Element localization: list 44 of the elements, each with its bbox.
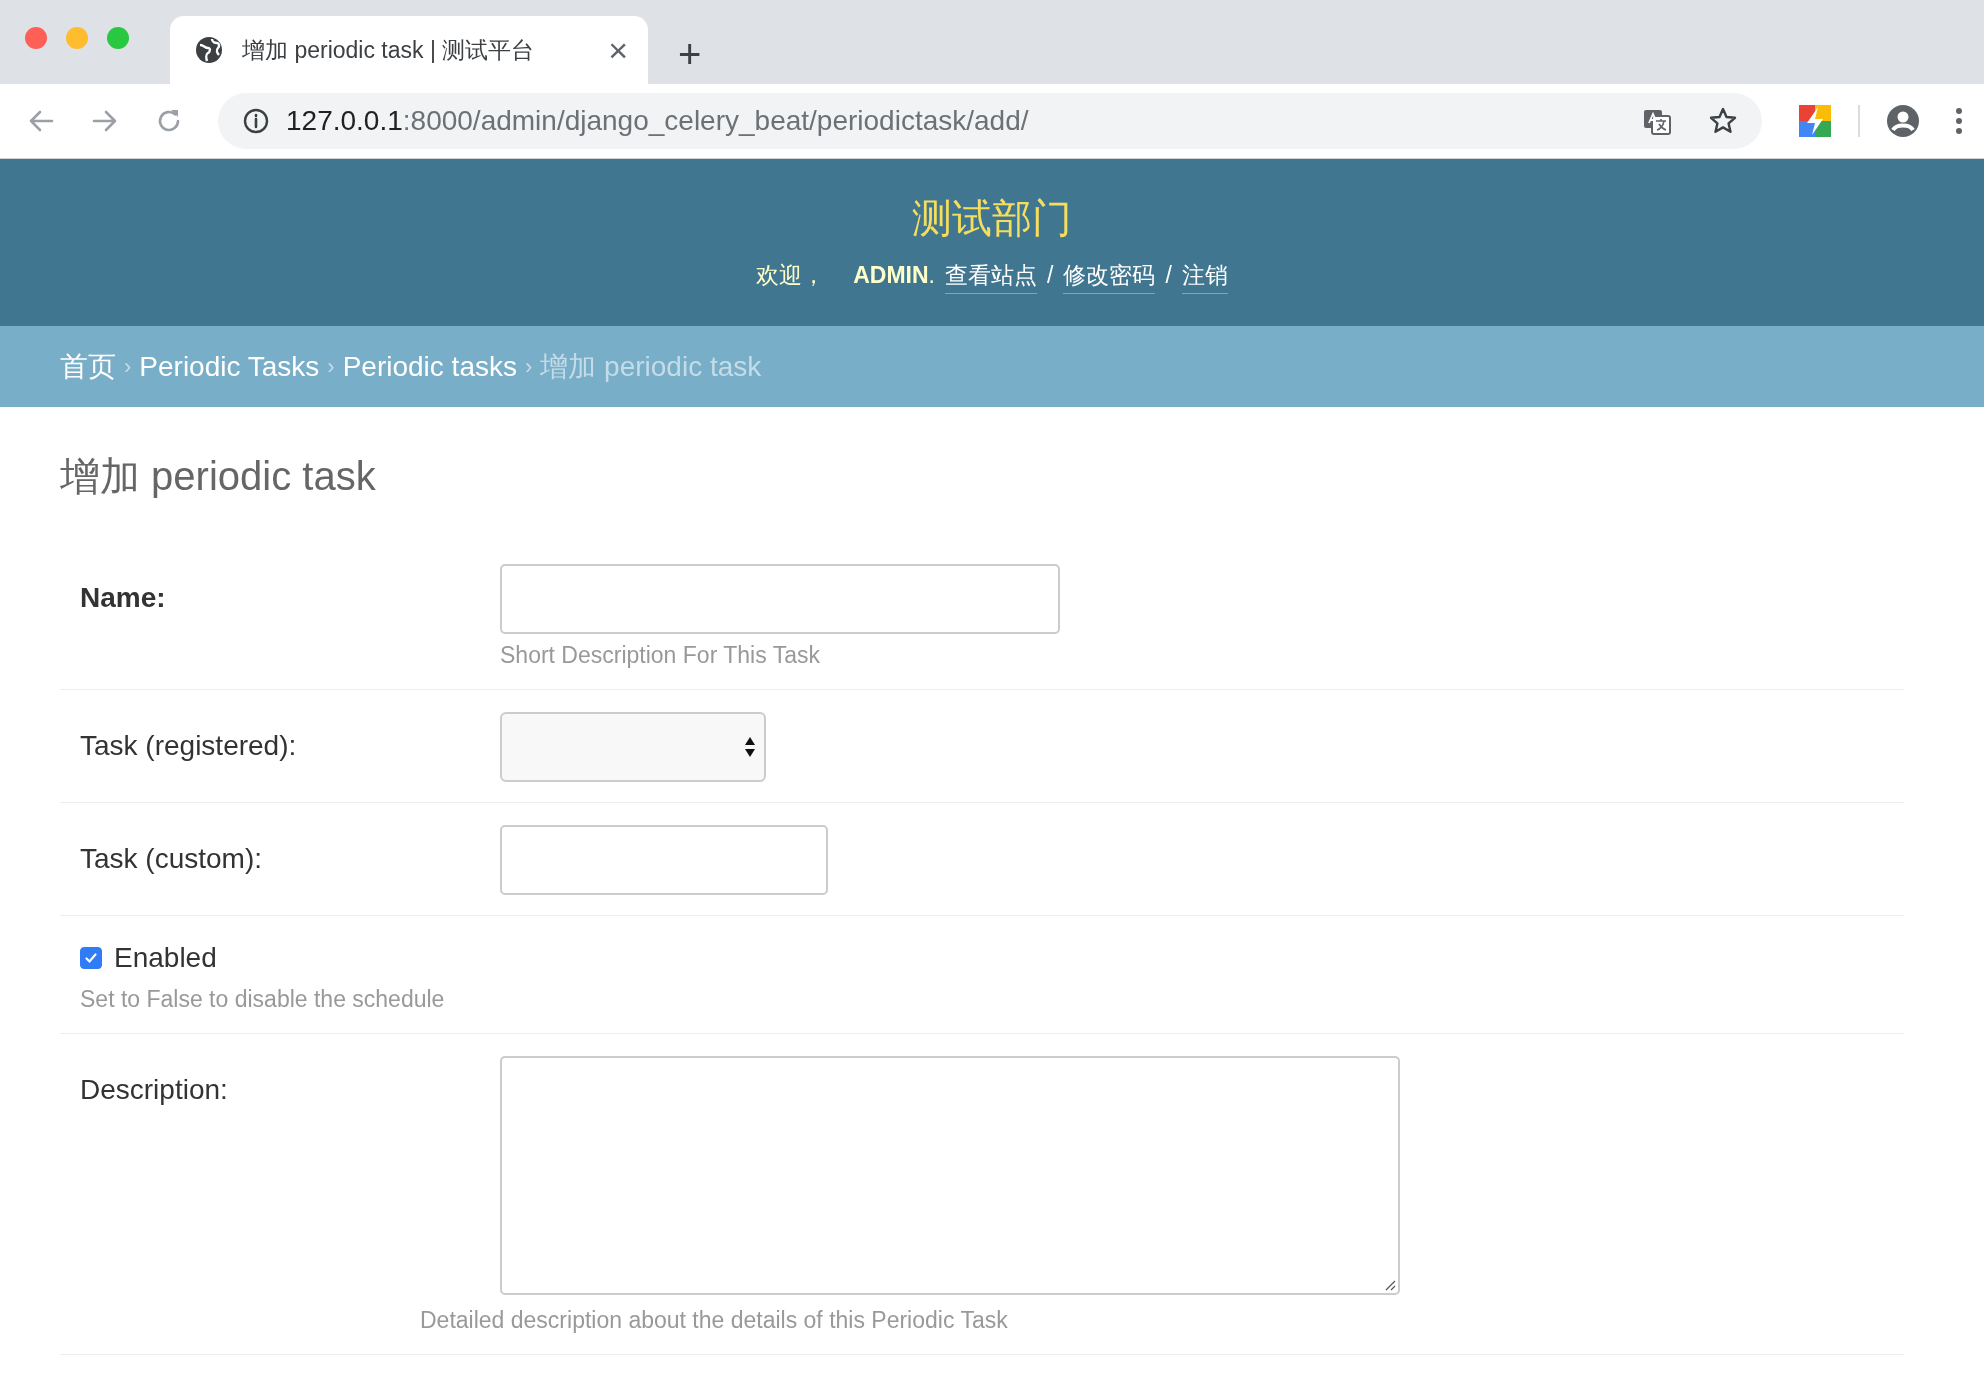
tab-title: 增加 periodic task | 测试平台: [242, 35, 536, 65]
checkbox-label[interactable]: Enabled: [114, 942, 217, 974]
breadcrumb-separator: ›: [524, 353, 533, 380]
welcome-text: 欢迎，: [756, 261, 826, 290]
field-label: Task (registered):: [80, 729, 298, 762]
select-dropdown[interactable]: [500, 712, 766, 782]
address-bar[interactable]: 127.0.0.1:8000/admin/django_celery_beat/periodictask/add/: [218, 93, 1762, 149]
user-name: ADMIN: [853, 262, 929, 289]
punctuation: .: [928, 262, 935, 289]
breadcrumb-separator: ›: [327, 353, 335, 380]
browser-tab[interactable]: 增加 periodic task | 测试平台 ×: [170, 16, 648, 84]
extension-icon[interactable]: [1798, 104, 1832, 138]
help-text: Detailed description about the details of this Periodic Task: [420, 1307, 1009, 1334]
resize-handle-icon: [1384, 1279, 1396, 1291]
info-icon: [242, 107, 270, 135]
description-textarea[interactable]: [500, 1056, 1400, 1295]
header-link[interactable]: 注销: [1181, 260, 1228, 294]
checkbox[interactable]: [80, 947, 102, 969]
site-name: 测试部门: [912, 195, 1072, 242]
separator: /: [1165, 262, 1172, 289]
help-text: Set to False to disable the schedule: [80, 986, 446, 1013]
checkmark-icon: [83, 950, 99, 966]
breadcrumb-current: 增加 periodic task: [540, 349, 762, 384]
close-icon[interactable]: ×: [608, 33, 628, 67]
input-field[interactable]: [500, 825, 828, 895]
field-label: Description:: [80, 1073, 229, 1106]
separator: /: [1047, 262, 1054, 289]
new-tab-button[interactable]: +: [678, 34, 702, 74]
input-field[interactable]: [500, 564, 1060, 634]
field-label: Name:: [80, 581, 167, 614]
account-icon[interactable]: [1886, 104, 1920, 138]
header-link[interactable]: 查看站点: [945, 260, 1037, 294]
up-down-arrows-icon: [744, 736, 756, 758]
help-text: Short Description For This Task: [500, 642, 821, 669]
more-menu-icon[interactable]: [1954, 106, 1964, 136]
field-label: Task (custom):: [80, 842, 264, 875]
header-link[interactable]: 修改密码: [1063, 260, 1156, 294]
globe-icon: [194, 35, 224, 65]
url-text: 127.0.0.1:8000/admin/django_celery_beat/periodictask/add/: [286, 105, 1029, 137]
bookmark-star-icon[interactable]: [1708, 106, 1738, 136]
zoom-window-icon[interactable]: [106, 26, 130, 50]
close-window-icon[interactable]: [24, 26, 48, 50]
breadcrumb-separator: ›: [124, 353, 132, 380]
page-title: 增加 periodic task: [60, 453, 377, 500]
